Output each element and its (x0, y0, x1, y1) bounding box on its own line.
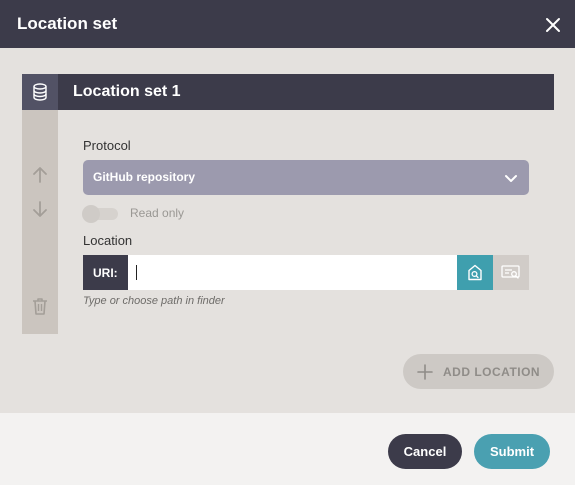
arrow-up-icon[interactable] (30, 165, 50, 185)
browse-icon (501, 265, 520, 279)
browse-button[interactable] (493, 255, 529, 290)
finder-button[interactable] (457, 255, 493, 290)
trash-icon[interactable] (30, 296, 50, 316)
uri-prefix: URI: (83, 255, 128, 290)
protocol-label: Protocol (83, 138, 131, 153)
uri-input[interactable] (128, 255, 457, 290)
dialog-footer: Cancel Submit (0, 413, 575, 485)
read-only-label: Read only (130, 206, 185, 220)
submit-button[interactable]: Submit (474, 434, 550, 469)
toggle-knob (82, 205, 100, 223)
close-icon[interactable] (543, 15, 563, 35)
dialog-titlebar: Location set (0, 0, 575, 48)
protocol-selected-value: GitHub repository (93, 170, 196, 184)
protocol-select[interactable]: GitHub repository (83, 160, 529, 195)
uri-row: URI: (83, 255, 529, 290)
arrow-down-icon[interactable] (30, 199, 50, 219)
uri-hint: Type or choose path in finder (83, 295, 225, 307)
location-label: Location (83, 233, 133, 248)
read-only-toggle[interactable] (82, 205, 118, 223)
dialog-title: Location set (17, 14, 118, 33)
location-set-card: Location set 1 Protocol GitHub repositor… (22, 74, 554, 334)
add-location-button[interactable]: ADD LOCATION (403, 354, 554, 389)
finder-icon (468, 264, 482, 281)
database-icon (22, 74, 58, 110)
location-set-header: Location set 1 (22, 74, 554, 110)
text-caret (136, 265, 137, 280)
cancel-button[interactable]: Cancel (388, 434, 462, 469)
add-location-label: ADD LOCATION (443, 365, 541, 379)
chevron-down-icon (505, 175, 517, 182)
location-set-content: Protocol GitHub repository Read only Loc… (58, 110, 554, 334)
dialog-body: Location set 1 Protocol GitHub repositor… (0, 48, 575, 413)
location-set-title: Location set 1 (73, 83, 181, 100)
plus-icon (417, 364, 433, 380)
reorder-column (22, 110, 58, 334)
